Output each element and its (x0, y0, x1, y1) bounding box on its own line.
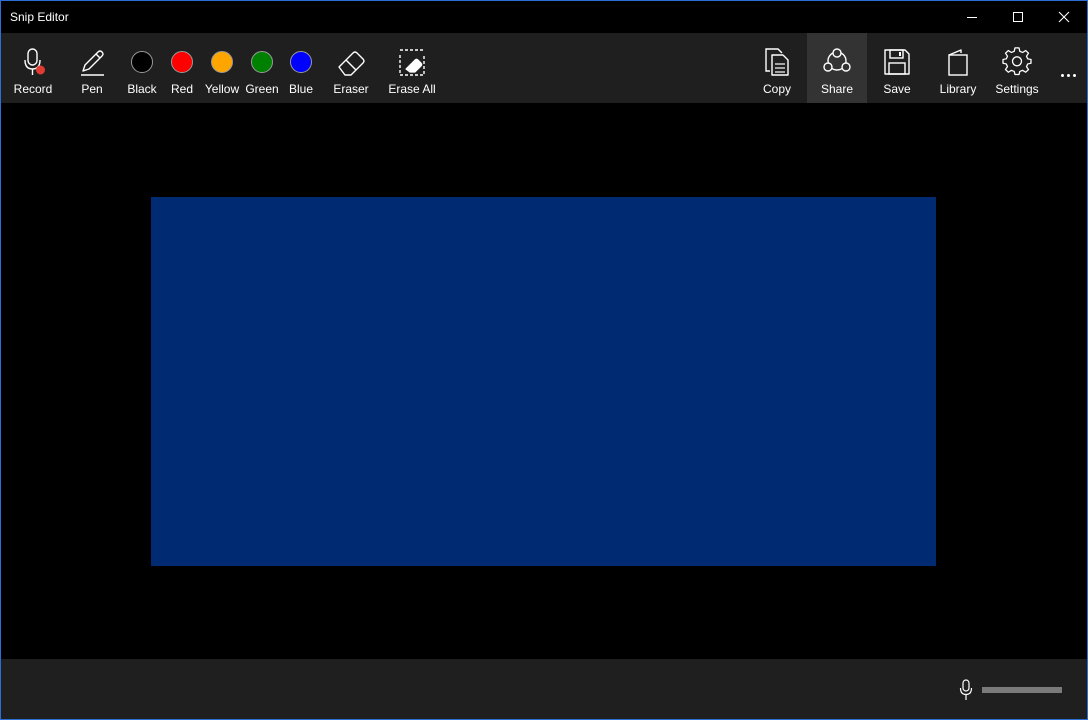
red-swatch (171, 51, 193, 73)
audio-bar (1, 659, 1087, 719)
green-label: Green (245, 82, 279, 96)
pen-label: Pen (81, 82, 103, 96)
black-label: Black (127, 82, 157, 96)
share-icon (823, 48, 851, 72)
erase-all-button[interactable]: Erase All (384, 33, 440, 103)
share-button[interactable]: Share (807, 33, 867, 103)
green-swatch (251, 51, 273, 73)
color-yellow-button[interactable]: Yellow (201, 33, 243, 103)
microphone-icon (959, 679, 973, 700)
color-blue-button[interactable]: Blue (281, 33, 321, 103)
toolbar: Record Pen Black Red Yellow Green Blue E… (1, 33, 1087, 103)
erase-all-label: Erase All (388, 82, 436, 96)
color-black-button[interactable]: Black (122, 33, 162, 103)
settings-button[interactable]: Settings (991, 33, 1043, 103)
blue-swatch (290, 51, 312, 73)
settings-label: Settings (995, 82, 1039, 96)
save-button[interactable]: Save (872, 33, 922, 103)
eraser-button[interactable]: Eraser (326, 33, 376, 103)
yellow-label: Yellow (204, 82, 240, 96)
save-icon (884, 49, 910, 75)
eraser-icon (338, 51, 365, 76)
library-button[interactable]: Library (933, 33, 983, 103)
pen-icon (81, 50, 104, 76)
yellow-swatch (211, 51, 233, 73)
minimize-button[interactable] (949, 1, 995, 33)
drawing-canvas[interactable] (1, 103, 1087, 659)
maximize-icon (1013, 12, 1023, 22)
title-bar[interactable]: Snip Editor (1, 1, 1087, 33)
close-icon (1058, 11, 1070, 23)
more-options-button[interactable] (1057, 65, 1079, 85)
maximize-button[interactable] (995, 1, 1041, 33)
copy-icon (765, 48, 789, 76)
record-button[interactable]: Record (7, 33, 59, 103)
close-button[interactable] (1041, 1, 1087, 33)
snip-image[interactable] (151, 197, 936, 566)
red-label: Red (170, 82, 193, 96)
microphone-button[interactable] (958, 679, 974, 706)
library-icon (948, 49, 968, 76)
more-ellipsis-icon (1060, 73, 1064, 77)
color-green-button[interactable]: Green (241, 33, 283, 103)
microphone-record-icon (24, 48, 45, 75)
library-label: Library (939, 82, 977, 96)
black-swatch (131, 51, 153, 73)
blue-label: Blue (288, 82, 314, 96)
save-label: Save (883, 82, 911, 96)
gear-icon (1002, 47, 1032, 76)
eraser-label: Eraser (333, 82, 369, 96)
record-label: Record (13, 82, 53, 96)
snip-editor-window: Snip Editor Record Pen Black Red Yellow … (0, 0, 1088, 720)
copy-button[interactable]: Copy (752, 33, 802, 103)
minimize-icon (967, 17, 977, 18)
color-red-button[interactable]: Red (162, 33, 202, 103)
erase-all-icon (399, 49, 425, 76)
audio-level-slider[interactable] (982, 687, 1062, 693)
share-label: Share (820, 82, 854, 96)
window-title: Snip Editor (10, 10, 69, 24)
pen-button[interactable]: Pen (67, 33, 117, 103)
copy-label: Copy (762, 82, 791, 96)
